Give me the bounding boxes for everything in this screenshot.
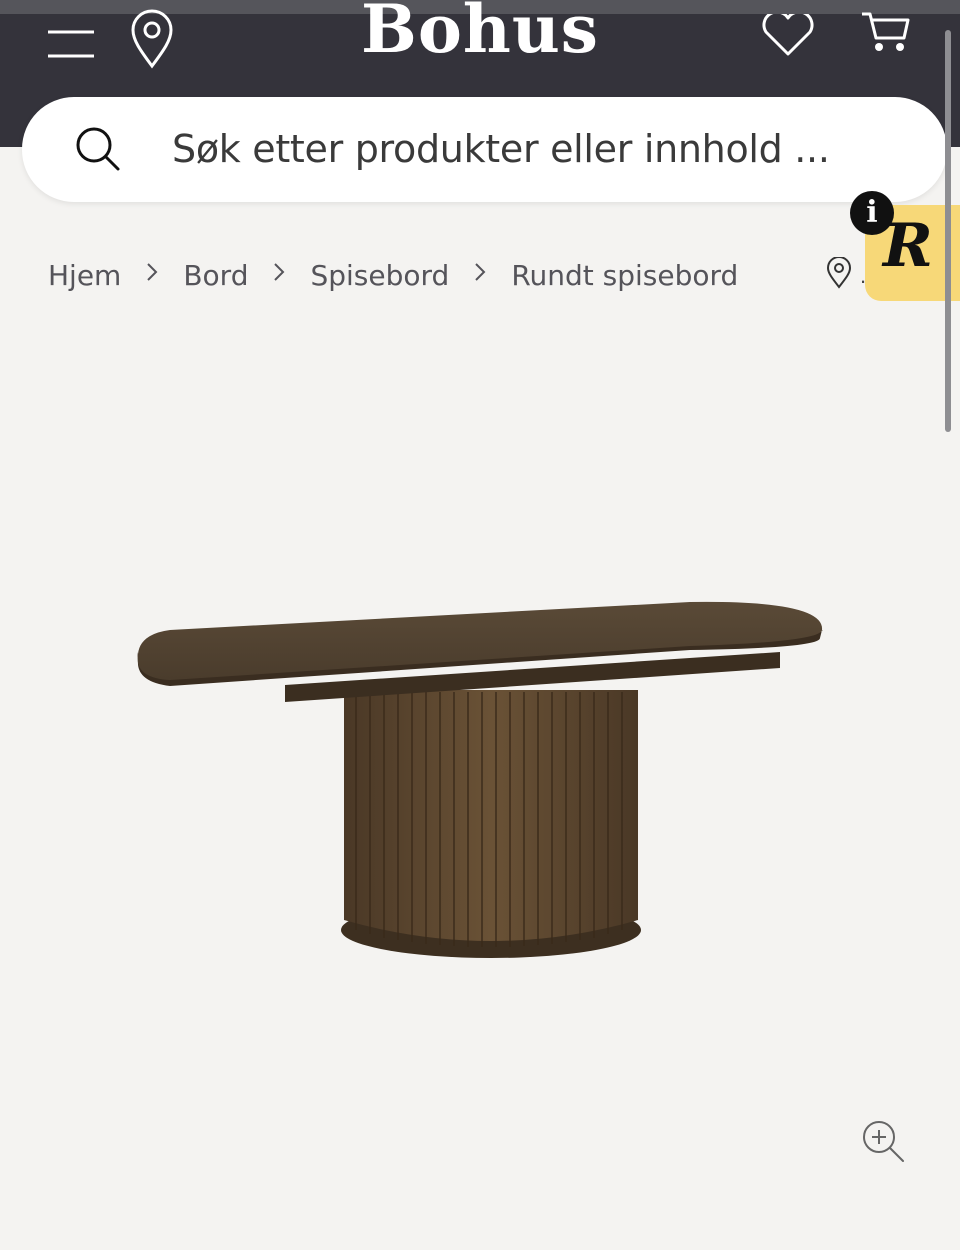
- zoom-in-icon[interactable]: [860, 1118, 906, 1169]
- chevron-right-icon: [248, 261, 310, 289]
- breadcrumb-item-bord[interactable]: Bord: [183, 259, 248, 292]
- breadcrumb-item-spisebord[interactable]: Spisebord: [310, 259, 449, 292]
- search-icon[interactable]: [74, 125, 124, 180]
- search-bar[interactable]: Søk etter produkter eller innhold ...: [22, 97, 947, 202]
- heart-icon[interactable]: [760, 10, 816, 61]
- brand-logo[interactable]: Bohus: [0, 0, 960, 62]
- chevron-right-icon: [121, 261, 183, 289]
- breadcrumb-item-rundt-spisebord[interactable]: Rundt spisebord: [511, 259, 738, 292]
- search-input[interactable]: Søk etter produkter eller innhold ...: [172, 127, 830, 171]
- cart-icon[interactable]: [860, 10, 912, 59]
- breadcrumb-item-home[interactable]: Hjem: [48, 259, 121, 292]
- location-pin-icon[interactable]: [826, 256, 852, 294]
- info-icon[interactable]: i: [850, 191, 894, 235]
- breadcrumb: Hjem Bord Spisebord Rundt spisebord: [48, 255, 738, 295]
- dining-table-image[interactable]: [130, 590, 830, 970]
- chevron-right-icon: [449, 261, 511, 289]
- scrollbar[interactable]: [945, 30, 951, 432]
